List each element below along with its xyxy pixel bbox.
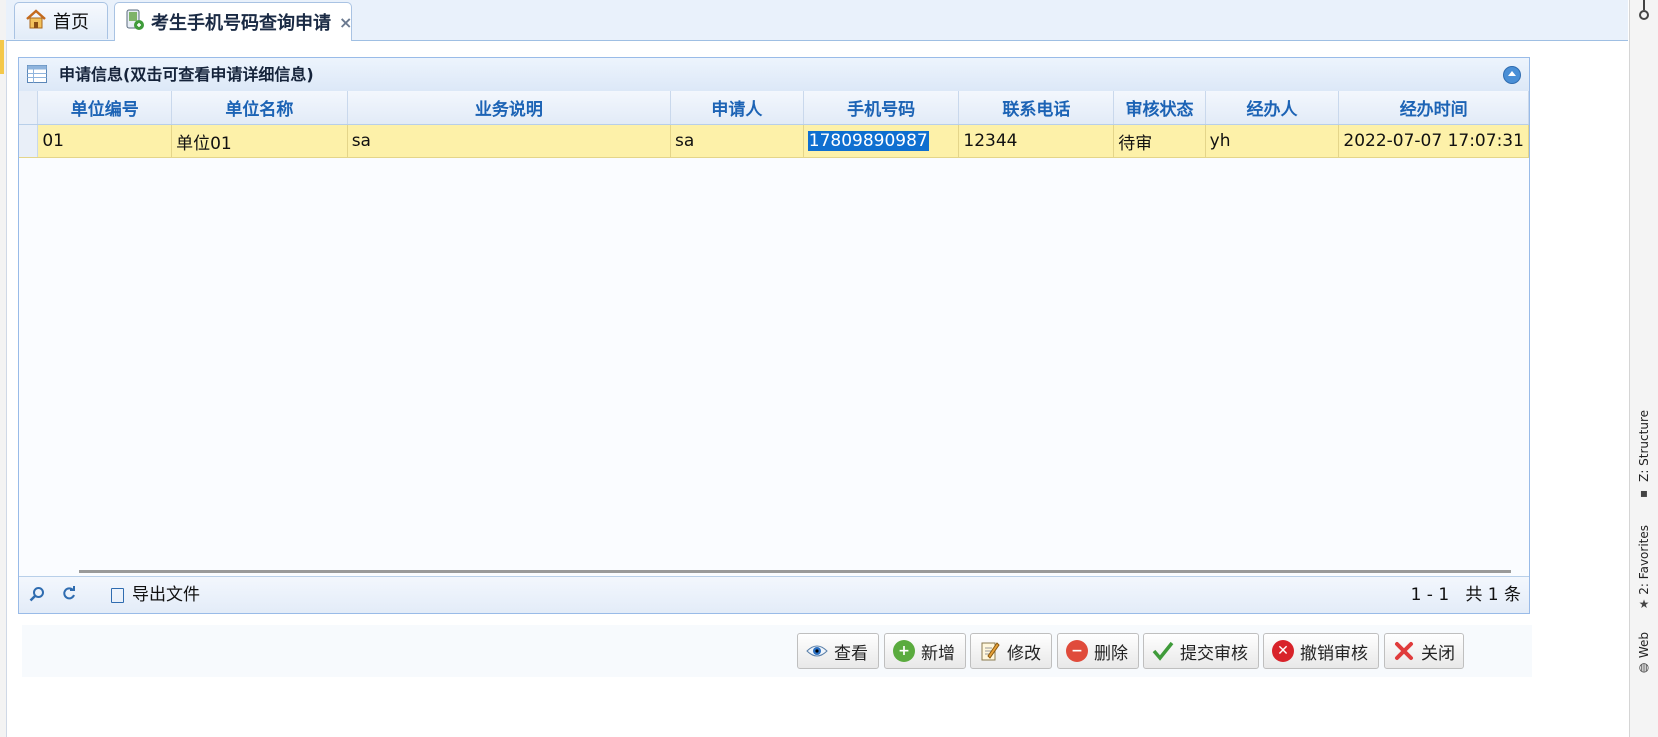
- minus-icon: −: [1066, 640, 1088, 662]
- tab-phone-query-label: 考生手机号码查询申请: [151, 13, 331, 34]
- column-header[interactable]: 业务说明: [347, 91, 672, 125]
- edit-button-label: 修改: [1007, 643, 1041, 664]
- tab-bar: 首页 考生手机号码查询申请 ×: [6, 0, 1628, 41]
- table-cell[interactable]: 2022-07-07 17:07:31: [1338, 124, 1529, 158]
- house-icon: [25, 8, 47, 34]
- left-edge-marker: [0, 40, 4, 74]
- table-cell[interactable]: 17809890987: [803, 124, 960, 158]
- close-button-label: 关闭: [1421, 643, 1455, 664]
- ide-side-strip: Z: Structure ▪ 2: Favorites ★ Web ◍: [1629, 0, 1658, 737]
- column-header[interactable]: 审核状态: [1113, 91, 1206, 125]
- ide-web-label: Web: [1637, 632, 1651, 659]
- action-toolbar: 查看 + 新增 修改 − 删除 提交审核 ✕ 撤销审核 关闭: [22, 625, 1532, 677]
- view-button-label: 查看: [834, 643, 868, 664]
- horizontal-scrollbar[interactable]: [79, 570, 1511, 573]
- globe-icon: ◍: [1638, 660, 1650, 675]
- table-cell[interactable]: sa: [347, 124, 672, 158]
- eye-icon: [806, 640, 828, 662]
- column-header[interactable]: 手机号码: [803, 91, 960, 125]
- revoke-review-button[interactable]: ✕ 撤销审核: [1263, 633, 1379, 669]
- tab-close-icon[interactable]: ×: [339, 13, 352, 32]
- table-cell[interactable]: 12344: [958, 124, 1115, 158]
- column-header[interactable]: 单位名称: [171, 91, 348, 125]
- checkmark-icon: [1152, 640, 1174, 662]
- ide-web-tab[interactable]: Web ◍: [1630, 632, 1658, 674]
- table-cell[interactable]: 待审: [1113, 124, 1206, 158]
- ide-top-icon[interactable]: [1630, 0, 1658, 22]
- pagination-bar: 导出文件 1 - 1 共 1 条: [19, 576, 1529, 613]
- left-edge-strip: [0, 0, 7, 737]
- application-info-panel: 申请信息(双击可查看申请详细信息) 单位编号 单位名称 业务说明 申请人 手机号…: [18, 57, 1530, 614]
- row-number-cell: [19, 124, 39, 158]
- column-header[interactable]: 申请人: [670, 91, 804, 125]
- column-header[interactable]: 经办人: [1205, 91, 1340, 125]
- column-header[interactable]: 单位编号: [37, 91, 173, 125]
- document-icon: [111, 587, 124, 603]
- plus-icon: +: [893, 640, 915, 662]
- tab-home[interactable]: 首页: [14, 2, 108, 39]
- page-range: 1 - 1: [1410, 585, 1450, 605]
- delete-button-label: 删除: [1094, 643, 1128, 664]
- revoke-review-label: 撤销审核: [1300, 643, 1368, 664]
- star-icon: ★: [1638, 596, 1650, 611]
- panel-title: 申请信息(双击可查看申请详细信息): [59, 65, 314, 84]
- page-info: 1 - 1 共 1 条: [1411, 577, 1521, 613]
- submit-review-button[interactable]: 提交审核: [1143, 633, 1259, 669]
- phone-document-icon: [125, 9, 145, 36]
- ide-favorites-tab[interactable]: 2: Favorites ★: [1630, 525, 1658, 611]
- tab-phone-query-application[interactable]: 考生手机号码查询申请 ×: [114, 2, 352, 41]
- ide-structure-tab[interactable]: Z: Structure ▪: [1630, 410, 1658, 500]
- total-count: 共 1 条: [1465, 585, 1521, 605]
- table-icon: [27, 65, 47, 83]
- close-x-icon: [1393, 640, 1415, 662]
- cancel-circle-icon: ✕: [1272, 640, 1294, 662]
- table-header-row: 单位编号 单位名称 业务说明 申请人 手机号码 联系电话 审核状态 经办人 经办…: [19, 91, 1529, 125]
- delete-button[interactable]: − 删除: [1057, 633, 1139, 669]
- refresh-icon[interactable]: [61, 586, 77, 606]
- table-cell[interactable]: 单位01: [171, 124, 348, 158]
- row-number-header: [19, 91, 39, 125]
- submit-review-label: 提交审核: [1180, 643, 1248, 664]
- close-button[interactable]: 关闭: [1384, 633, 1464, 669]
- search-icon[interactable]: [29, 586, 45, 606]
- edit-button[interactable]: 修改: [970, 633, 1052, 669]
- selected-phone-text[interactable]: 17809890987: [807, 131, 929, 151]
- pencil-icon: [979, 640, 1001, 662]
- table-row[interactable]: 01 单位01 sa sa 17809890987 12344 待审 yh 20…: [19, 124, 1529, 158]
- table-cell[interactable]: 01: [37, 124, 173, 158]
- panel-header: 申请信息(双击可查看申请详细信息): [19, 58, 1529, 92]
- add-button-label: 新增: [921, 643, 955, 664]
- table-cell[interactable]: yh: [1205, 124, 1340, 158]
- view-button[interactable]: 查看: [797, 633, 879, 669]
- export-file-button[interactable]: 导出文件: [111, 577, 200, 613]
- application-table: 单位编号 单位名称 业务说明 申请人 手机号码 联系电话 审核状态 经办人 经办…: [19, 91, 1529, 158]
- collapse-icon[interactable]: [1503, 66, 1521, 84]
- ide-favorites-label: 2: Favorites: [1637, 525, 1651, 595]
- table-cell[interactable]: sa: [670, 124, 804, 158]
- export-file-label: 导出文件: [132, 585, 200, 605]
- add-button[interactable]: + 新增: [884, 633, 966, 669]
- column-header[interactable]: 经办时间: [1338, 91, 1529, 125]
- ide-structure-label: Z: Structure: [1637, 410, 1651, 482]
- column-header[interactable]: 联系电话: [958, 91, 1115, 125]
- structure-icon: ▪: [1639, 485, 1649, 500]
- tab-home-label: 首页: [53, 12, 89, 33]
